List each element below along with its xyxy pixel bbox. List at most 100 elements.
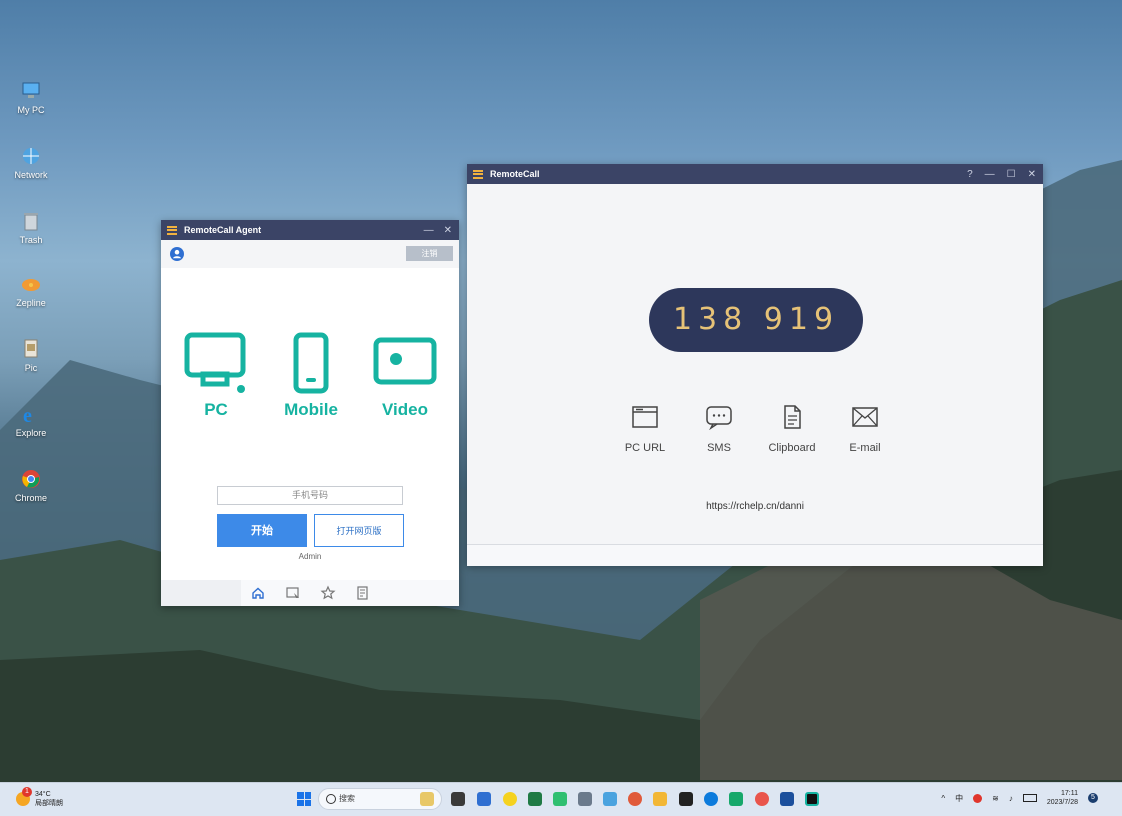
desktop-icon-explore[interactable]: e Explore — [8, 403, 54, 438]
share-email-label: E-mail — [849, 442, 881, 454]
connection-code: 138 919 — [649, 288, 863, 352]
clock-time: 17:11 — [1061, 790, 1078, 797]
share-email-button[interactable]: E-mail — [825, 404, 905, 454]
remotecall-window-title: RemoteCall — [490, 169, 540, 179]
share-pc-url-button[interactable]: PC URL — [605, 404, 685, 454]
tray-app-icon[interactable] — [973, 793, 983, 803]
video-icon — [373, 337, 437, 385]
remotecall-agent-window: RemoteCall Agent — ✕ 注销 PC Mobile Video … — [161, 220, 459, 606]
type-pc-label: PC — [204, 400, 228, 419]
share-pc-url-label: PC URL — [624, 442, 666, 454]
maximize-button[interactable]: ☐ — [1007, 169, 1016, 180]
svg-text:e: e — [23, 405, 32, 425]
user-avatar-icon[interactable] — [170, 247, 184, 261]
taskbar-app-remotecall-icon[interactable] — [805, 792, 819, 806]
taskbar-app-chat-icon[interactable] — [503, 792, 517, 806]
speaker-icon[interactable]: ♪ — [1009, 794, 1013, 803]
wifi-icon[interactable]: ≋ — [992, 794, 999, 803]
desktop-icon-zepline[interactable]: Zepline — [8, 273, 54, 308]
type-video-button[interactable]: Video — [365, 332, 445, 420]
weather-sun-icon: 1 — [16, 787, 32, 806]
taskbar-app-notes-icon[interactable] — [477, 792, 491, 806]
clipboard-document-icon — [784, 405, 801, 429]
taskbar-app-calculator-icon[interactable] — [578, 792, 592, 806]
taskbar-app-excel-icon[interactable] — [528, 792, 542, 806]
taskbar-app-shield-icon[interactable] — [780, 792, 794, 806]
start-button[interactable]: 开始 — [217, 514, 307, 547]
tray-chevron-icon[interactable]: ^ — [941, 794, 945, 803]
trash-icon — [24, 213, 38, 231]
desktop-icon-chrome[interactable]: Chrome — [8, 468, 54, 503]
battery-icon[interactable] — [1022, 794, 1037, 802]
agent-titlebar[interactable]: RemoteCall Agent — ✕ — [161, 220, 459, 240]
minimize-button[interactable]: — — [985, 169, 995, 180]
envelope-icon — [852, 407, 878, 427]
open-web-version-button[interactable]: 打开网页版 — [314, 514, 404, 547]
monitor-icon — [184, 332, 246, 393]
taskbar-app-task-view-icon[interactable] — [451, 792, 465, 806]
share-clipboard-button[interactable]: Clipboard — [752, 404, 832, 454]
clock-date: 2023/7/28 — [1046, 799, 1078, 806]
clock[interactable]: 17:11 2023/7/28 — [1047, 789, 1078, 807]
search-icon — [326, 794, 336, 804]
agent-bottom-nav — [161, 580, 459, 606]
taskbar-app-edge-icon[interactable] — [704, 792, 718, 806]
chrome-icon — [22, 470, 40, 488]
phone-number-input[interactable]: 手机号码 — [217, 486, 403, 505]
desktop-icon-my-pc[interactable]: My PC — [8, 80, 54, 115]
picture-icon — [24, 339, 38, 358]
chat-bubble-icon — [706, 406, 732, 430]
weather-widget[interactable]: 1 34°C 局部晴朗 — [16, 787, 63, 808]
close-button[interactable]: ✕ — [444, 225, 452, 236]
zeplin-icon — [22, 279, 40, 291]
desktop-icon-trash[interactable]: Trash — [8, 210, 54, 245]
taskbar-app-beach-icon[interactable] — [420, 792, 434, 806]
logout-button[interactable]: 注销 — [406, 246, 453, 261]
share-sms-label: SMS — [707, 442, 731, 454]
taskbar: 1 34°C 局部晴朗 搜索 ^ 中 ≋ ♪ 17:11 2023/7/28 5 — [0, 782, 1122, 816]
agent-user-bar: 注销 — [161, 240, 459, 268]
minimize-button[interactable]: — — [424, 225, 434, 236]
home-icon[interactable] — [250, 585, 266, 601]
star-icon[interactable] — [320, 585, 336, 601]
type-mobile-button[interactable]: Mobile — [271, 332, 351, 420]
weather-alert-badge: 1 — [22, 787, 32, 797]
admin-label: Admin — [298, 552, 322, 561]
support-url[interactable]: https://rchelp.cn/danni — [467, 501, 1043, 512]
start-windows-icon[interactable] — [297, 792, 311, 806]
taskbar-app-browser-icon[interactable] — [628, 792, 642, 806]
tray-ime-icon[interactable]: 中 — [955, 793, 963, 804]
share-sms-button[interactable]: SMS — [679, 404, 759, 454]
search-placeholder: 搜索 — [339, 794, 355, 803]
menu-icon[interactable] — [167, 225, 177, 235]
weather-temperature: 34°C — [35, 791, 51, 798]
type-video-label: Video — [382, 400, 428, 419]
desktop-icon-network[interactable]: Network — [8, 145, 54, 180]
taskbar-app-photos-icon[interactable] — [729, 792, 743, 806]
taskbar-app-file-explorer-icon[interactable] — [653, 792, 667, 806]
phone-icon — [293, 332, 329, 394]
taskbar-app-paint-icon[interactable] — [603, 792, 617, 806]
browser-window-icon — [632, 406, 658, 428]
weather-description: 局部晴朗 — [35, 800, 63, 807]
remotecall-footer — [467, 544, 1043, 566]
taskbar-app-sticky-icon[interactable] — [679, 792, 693, 806]
network-icon — [23, 148, 39, 164]
desktop-icon-pic[interactable]: Pic — [8, 338, 54, 373]
notification-badge[interactable]: 5 — [1088, 793, 1098, 803]
agent-window-title: RemoteCall Agent — [184, 225, 262, 235]
menu-icon[interactable] — [473, 169, 483, 179]
computer-icon — [22, 82, 40, 98]
document-list-icon[interactable] — [355, 585, 371, 601]
taskbar-app-game-icon[interactable] — [755, 792, 769, 806]
system-tray: ^ 中 ≋ ♪ 17:11 2023/7/28 5 — [941, 789, 1098, 807]
internet-explorer-icon: e — [23, 405, 32, 425]
screen-pointer-icon[interactable] — [285, 585, 301, 601]
remotecall-window: RemoteCall ? — ☐ ✕ 138 919 PC URL SMS Cl… — [467, 164, 1043, 566]
help-button[interactable]: ? — [967, 169, 973, 180]
taskbar-app-bird-icon[interactable] — [553, 792, 567, 806]
remotecall-titlebar[interactable]: RemoteCall ? — ☐ ✕ — [467, 164, 1043, 184]
share-clipboard-label: Clipboard — [768, 442, 816, 454]
close-button[interactable]: ✕ — [1028, 169, 1036, 180]
type-pc-button[interactable]: PC — [176, 332, 256, 420]
